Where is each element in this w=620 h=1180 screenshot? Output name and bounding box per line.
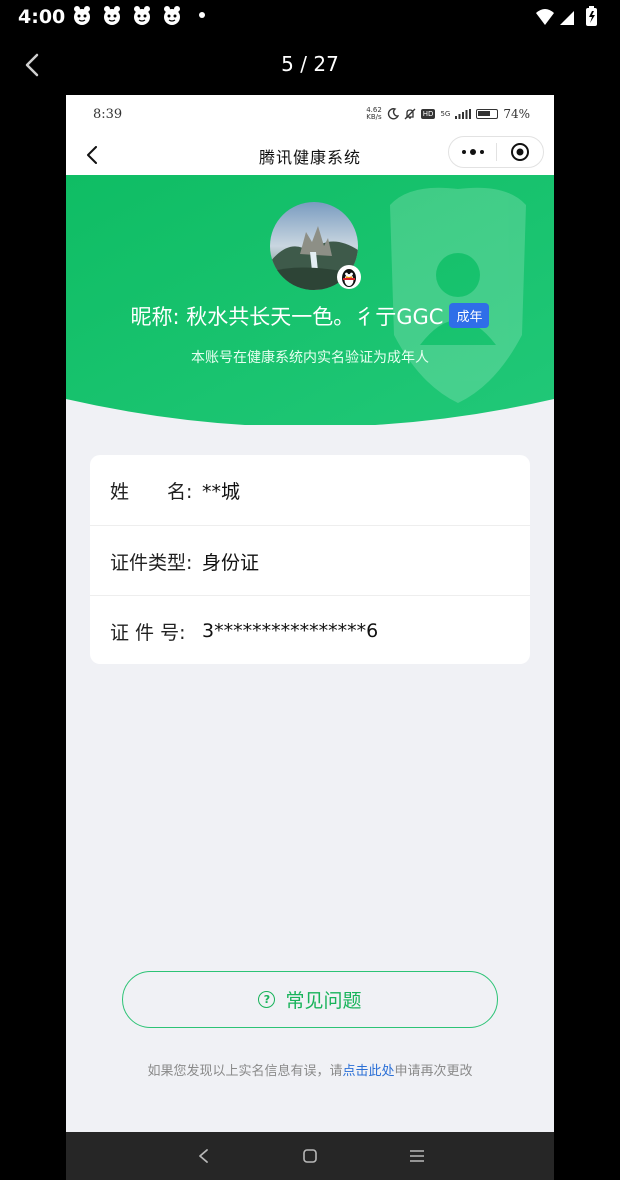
device-time: 4:00: [18, 6, 66, 28]
click-here-link[interactable]: 点击此处: [342, 1064, 394, 1079]
mascot-notification-icon: [134, 6, 150, 25]
network-type: 5G: [440, 110, 451, 118]
battery-charging-icon: [586, 6, 597, 26]
system-navigation-bar: [66, 1132, 554, 1180]
faq-button[interactable]: ? 常见问题: [122, 971, 498, 1028]
identity-info-card: 姓 名: **城 证件类型: 身份证 证 件 号: 3*************…: [90, 455, 530, 664]
info-label: 证 件 号:: [110, 621, 186, 644]
more-menu-button[interactable]: [449, 137, 496, 167]
mini-program-navbar: 腾讯健康系统: [66, 135, 554, 175]
mascot-notification-icon: [104, 6, 120, 25]
info-row-id-type: 证件类型: 身份证: [90, 525, 530, 596]
battery-percent: 74%: [503, 107, 530, 121]
inner-status-bar: 8:39 4.62 KB/s HD 5G 74%: [66, 95, 554, 135]
system-back-button[interactable]: [183, 1132, 223, 1180]
mascot-notification-icon: [74, 6, 90, 25]
system-menu-button[interactable]: [397, 1132, 437, 1180]
qq-penguin-icon: [337, 265, 361, 289]
battery-level: [478, 111, 491, 116]
close-mini-program-button[interactable]: [497, 137, 543, 167]
square-home-icon: [303, 1149, 317, 1163]
correction-note: 如果您发现以上实名信息有误，请点击此处申请再次更改: [147, 1064, 473, 1079]
more-dots-icon: [461, 150, 466, 154]
info-row-id-number: 证 件 号: 3****************6: [90, 595, 530, 666]
target-close-icon: [511, 143, 529, 161]
info-value: 3****************6: [202, 620, 379, 642]
mascot-notification-icon: [164, 6, 180, 25]
inner-status-icons: 4.62 KB/s HD 5G 74%: [366, 106, 530, 122]
system-home-button[interactable]: [290, 1132, 330, 1180]
moon-icon: [387, 108, 399, 120]
more-notifications-dot: [199, 12, 205, 18]
triangle-back-icon: [199, 1149, 208, 1163]
info-value: 身份证: [202, 551, 260, 574]
mini-program-capsule: [448, 136, 544, 168]
question-circle-icon: ?: [258, 991, 276, 1008]
hd-badge: HD: [420, 109, 436, 119]
bell-off-icon: [404, 108, 416, 120]
info-value: **城: [202, 480, 241, 503]
signal-bars-icon: [455, 109, 472, 119]
profile-nickname-line: 昵称: 秋水共长天一色。彳亍GGC 成年: [66, 301, 554, 331]
net-speed: 4.62 KB/s: [366, 106, 382, 121]
screenshot-image: 8:39 4.62 KB/s HD 5G 74% 腾讯健康系统 昵称: 秋水共长…: [66, 95, 554, 1180]
inner-time: 8:39: [93, 107, 123, 122]
info-label: 证件类型:: [110, 551, 193, 574]
adult-badge: 成年: [449, 303, 490, 328]
info-label: 姓 名:: [110, 480, 193, 503]
wifi-icon: [536, 9, 554, 25]
battery-icon: [476, 109, 499, 119]
faq-label: 常见问题: [285, 990, 362, 1012]
device-status-icons: [534, 6, 606, 28]
image-counter: 5 / 27: [281, 52, 339, 76]
info-row-name: 姓 名: **城: [90, 455, 530, 525]
nickname: 昵称: 秋水共长天一色。彳亍GGC: [130, 305, 444, 329]
hamburger-menu-icon: [410, 1150, 424, 1162]
cellular-signal-icon: [560, 11, 574, 25]
verification-status: 本账号在健康系统内实名验证为成年人: [191, 350, 429, 366]
